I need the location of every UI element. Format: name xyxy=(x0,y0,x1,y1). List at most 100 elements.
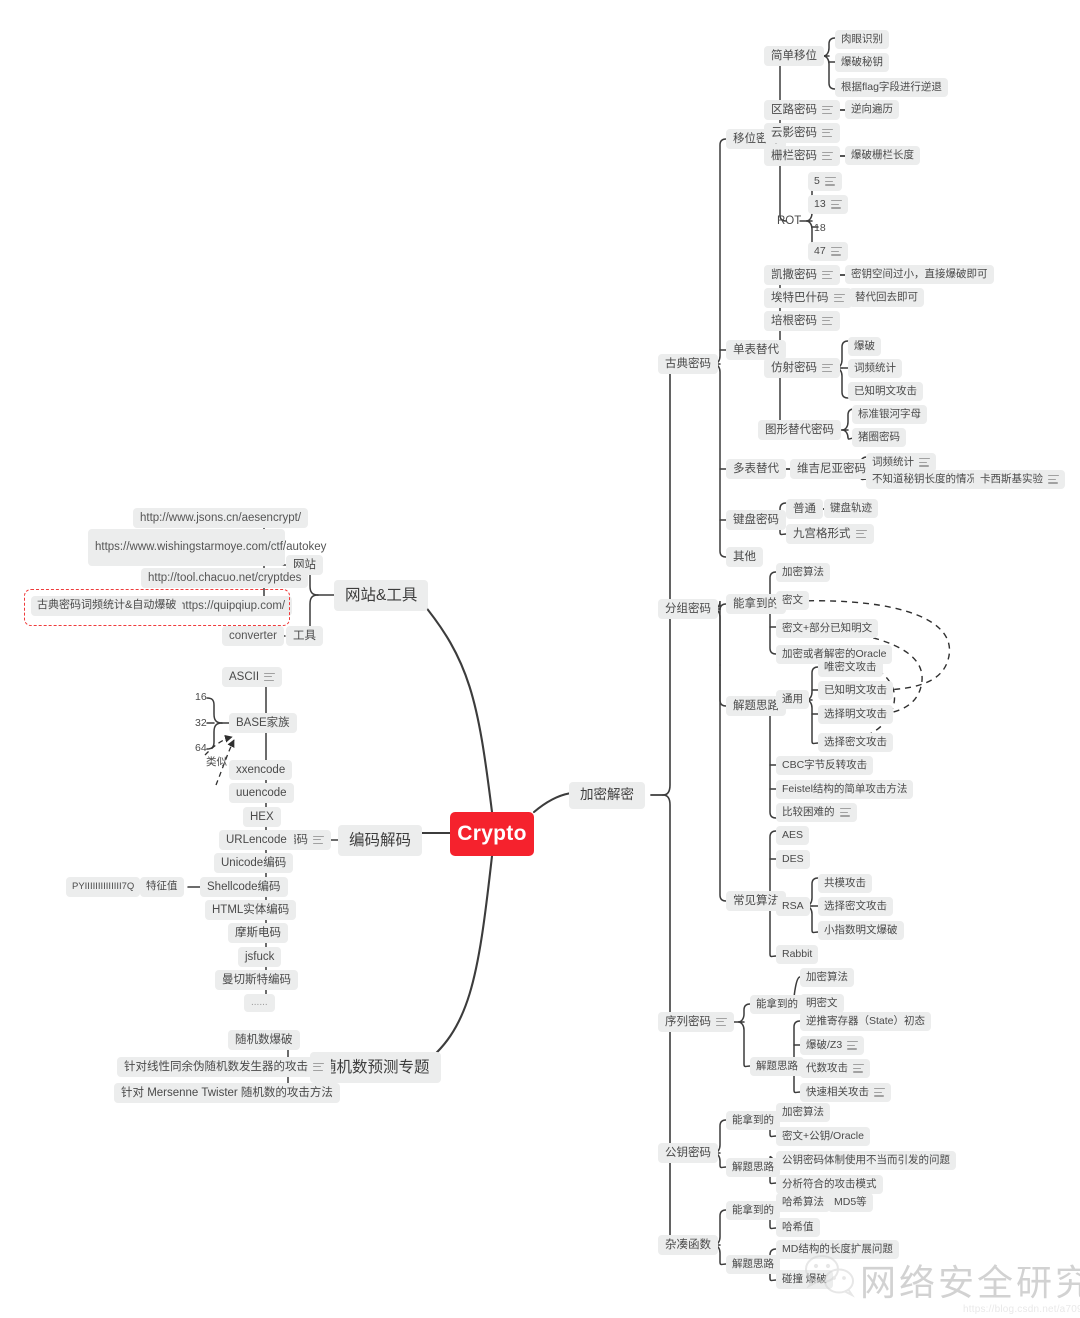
stream-obtainable-algorithm[interactable]: 加密算法 xyxy=(800,968,854,987)
subitem-visual-recognition[interactable]: 肉眼识别 xyxy=(835,30,889,49)
node-classical-cipher[interactable]: 古典密码 xyxy=(658,354,718,374)
stream-approach-bruteforce-z3[interactable]: 爆破/Z3 xyxy=(800,1036,865,1055)
subitem-kasiski-test[interactable]: 卡西斯基实验 xyxy=(974,470,1065,489)
rsa-attack-common-modulus[interactable]: 共模攻击 xyxy=(818,874,872,893)
pk-obtainable-ciphertext-pubkey[interactable]: 密文+公钥/Oracle xyxy=(776,1127,870,1146)
group-monoalphabetic[interactable]: 单表替代 xyxy=(726,340,786,360)
pk-approach-misuse[interactable]: 公钥密码体制使用不当而引发的问题 xyxy=(776,1151,956,1170)
branch-websites-tools[interactable]: 网站&工具 xyxy=(334,580,429,611)
rot-value-5[interactable]: 5 xyxy=(808,172,842,191)
website-url-item[interactable]: http://www.jsons.cn/aesencrypt/ xyxy=(133,508,309,528)
stream-approach-state-recovery[interactable]: 逆推寄存器（State）初态 xyxy=(800,1012,932,1031)
encoding-item-jsfuck[interactable]: jsfuck xyxy=(238,947,282,967)
encoding-item-more[interactable]: ...... xyxy=(244,994,275,1012)
stream-approach-fast-correlation[interactable]: 快速相关攻击 xyxy=(800,1083,891,1102)
encoding-item-ascii[interactable]: ASCII xyxy=(222,667,283,687)
subitem-reverse-traverse[interactable]: 逆向遍历 xyxy=(845,100,899,119)
subitem-bruteforce-key[interactable]: 爆破秘钥 xyxy=(835,53,889,72)
node-stream-cipher[interactable]: 序列密码 xyxy=(658,1012,734,1032)
base-variant-16[interactable]: 16 xyxy=(189,688,213,707)
subitem-keyboard-trace[interactable]: 键盘轨迹 xyxy=(824,499,878,518)
block-approach-general[interactable]: 通用 xyxy=(776,690,809,709)
item-cloudshadow-cipher[interactable]: 云影密码 xyxy=(764,123,840,143)
subitem-small-keyspace[interactable]: 密钥空间过小，直接爆破即可 xyxy=(845,265,994,284)
stream-approach-algebraic[interactable]: 代数攻击 xyxy=(800,1059,870,1078)
encoding-item-shellcode[interactable]: Shellcode编码 xyxy=(200,877,288,897)
subitem-galaxy-alphabet[interactable]: 标准银河字母 xyxy=(852,405,927,424)
encoding-item-urlencode[interactable]: URLencode xyxy=(219,830,294,850)
root-node-crypto[interactable]: Crypto xyxy=(450,812,534,856)
algorithm-des[interactable]: DES xyxy=(776,850,810,869)
hash-obtainable-algorithm[interactable]: 哈希算法 xyxy=(776,1193,830,1212)
group-tools[interactable]: 工具 xyxy=(286,626,323,646)
item-keyboard-normal[interactable]: 普通 xyxy=(786,499,823,519)
shellcode-feature-label[interactable]: 特征值 xyxy=(140,877,184,897)
group-hash-obtainable[interactable]: 能拿到的 xyxy=(726,1201,780,1220)
website-url-item[interactable]: http://tool.chacuo.net/cryptdes xyxy=(141,568,309,588)
group-pk-obtainable[interactable]: 能拿到的 xyxy=(726,1111,780,1130)
algorithm-rsa[interactable]: RSA xyxy=(776,897,810,916)
random-item-lcg-attack[interactable]: 针对线性同余伪随机数发生器的攻击 xyxy=(117,1057,331,1077)
attack-known-plaintext[interactable]: 已知明文攻击 xyxy=(818,681,893,700)
encoding-item-xxencode[interactable]: xxencode xyxy=(229,760,293,780)
rsa-attack-small-exponent[interactable]: 小指数明文爆破 xyxy=(818,921,904,940)
item-graphic-substitution[interactable]: 图形替代密码 xyxy=(758,420,841,440)
stream-obtainable-plain-cipher[interactable]: 明密文 xyxy=(800,994,844,1013)
hash-algorithm-md5[interactable]: MD5等 xyxy=(828,1193,873,1212)
shellcode-signature-value[interactable]: PYIIIIIIIIIIIIII7Q xyxy=(66,877,141,897)
item-affine-cipher[interactable]: 仿射密码 xyxy=(764,358,840,378)
encoding-item-manchester[interactable]: 曼切斯特编码 xyxy=(215,970,298,990)
item-atbash-cipher[interactable]: 埃特巴什码 xyxy=(764,288,852,308)
group-other[interactable]: 其他 xyxy=(726,547,763,567)
branch-encoding-decoding[interactable]: 编码解码 xyxy=(338,825,423,856)
item-bacon-cipher[interactable]: 培根密码 xyxy=(764,311,840,331)
pk-approach-attack-pattern[interactable]: 分析符合的攻击模式 xyxy=(776,1175,883,1194)
subitem-flag-reverse[interactable]: 根据flag字段进行逆退 xyxy=(835,78,948,97)
item-rot[interactable]: ROT xyxy=(770,211,808,231)
group-stream-obtainable[interactable]: 能拿到的 xyxy=(750,995,804,1014)
block-approach-feistel[interactable]: Feistel结构的简单攻击方法 xyxy=(776,780,914,799)
branch-encryption-decryption[interactable]: 加密解密 xyxy=(569,782,645,809)
encoding-item-base-family[interactable]: BASE家族 xyxy=(229,713,297,733)
rot-value-47[interactable]: 47 xyxy=(808,242,848,261)
subitem-affine-frequency[interactable]: 词频统计 xyxy=(848,359,902,378)
algorithm-aes[interactable]: AES xyxy=(776,826,810,845)
subitem-affine-bruteforce[interactable]: 爆破 xyxy=(848,337,881,356)
node-block-cipher[interactable]: 分组密码 xyxy=(658,599,718,619)
tool-item-converter[interactable]: converter xyxy=(222,626,284,646)
pk-obtainable-algorithm[interactable]: 加密算法 xyxy=(776,1103,830,1122)
subitem-unknown-key-length[interactable]: 不知道秘钥长度的情况 xyxy=(866,470,983,489)
encoding-item-hex[interactable]: HEX xyxy=(243,807,281,827)
group-polyalphabetic[interactable]: 多表替代 xyxy=(726,459,786,479)
hash-obtainable-value[interactable]: 哈希值 xyxy=(776,1218,820,1237)
random-item-bruteforce[interactable]: 随机数爆破 xyxy=(228,1030,300,1050)
rot-value-13[interactable]: 13 xyxy=(808,195,848,214)
group-pk-approach[interactable]: 解题思路 xyxy=(726,1158,780,1177)
block-obtainable-ciphertext-partial-plain[interactable]: 密文+部分已知明文 xyxy=(776,619,879,638)
group-stream-approach[interactable]: 解题思路 xyxy=(750,1057,804,1076)
block-approach-difficult[interactable]: 比较困难的 xyxy=(776,803,857,822)
encoding-item-html-entity[interactable]: HTML实体编码 xyxy=(205,900,297,920)
subitem-affine-known-plaintext[interactable]: 已知明文攻击 xyxy=(848,382,923,401)
item-simple-shift[interactable]: 简单移位 xyxy=(764,46,824,66)
item-caesar-cipher[interactable]: 凯撒密码 xyxy=(764,265,840,285)
encoding-item-unicode[interactable]: Unicode编码 xyxy=(214,853,294,873)
encoding-item-morse[interactable]: 摩斯电码 xyxy=(228,923,288,943)
item-qulu-cipher[interactable]: 区路密码 xyxy=(764,100,840,120)
attack-chosen-ciphertext[interactable]: 选择密文攻击 xyxy=(818,733,893,752)
group-keyboard-cipher[interactable]: 键盘密码 xyxy=(726,510,786,530)
node-public-key-cipher[interactable]: 公钥密码 xyxy=(658,1143,718,1163)
item-keyboard-grid[interactable]: 九宫格形式 xyxy=(786,524,874,544)
subitem-substitute-back[interactable]: 替代回去即可 xyxy=(849,288,924,307)
attack-chosen-plaintext[interactable]: 选择明文攻击 xyxy=(818,705,893,724)
subitem-bruteforce-rail-length[interactable]: 爆破栅栏长度 xyxy=(845,146,920,165)
group-hash-approach[interactable]: 解题思路 xyxy=(726,1255,780,1274)
block-obtainable-algorithm[interactable]: 加密算法 xyxy=(776,563,830,582)
subitem-pigpen-cipher[interactable]: 猪圈密码 xyxy=(852,428,906,447)
encoding-item-uuencode[interactable]: uuencode xyxy=(229,783,294,803)
node-hash-function[interactable]: 杂凑函数 xyxy=(658,1235,718,1255)
base-variant-32[interactable]: 32 xyxy=(189,714,213,733)
item-rail-fence-cipher[interactable]: 栅栏密码 xyxy=(764,146,840,166)
block-approach-cbc-flip[interactable]: CBC字节反转攻击 xyxy=(776,756,874,775)
attack-ciphertext-only[interactable]: 唯密文攻击 xyxy=(818,658,883,677)
